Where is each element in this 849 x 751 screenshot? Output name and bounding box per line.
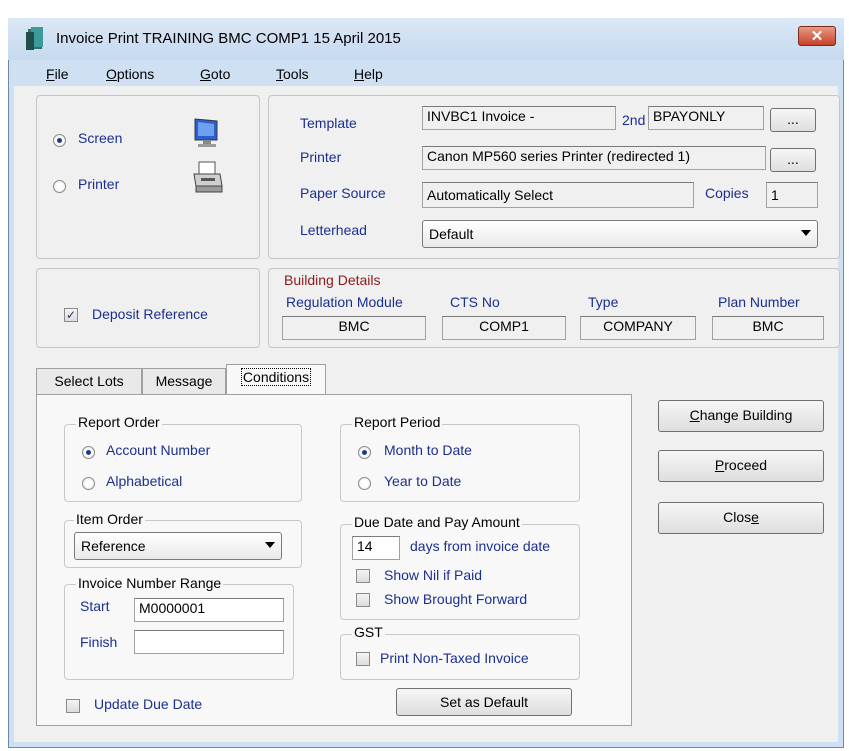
year-to-date-radio[interactable] [358,477,371,490]
copies-field[interactable]: 1 [766,182,818,208]
item-order-value: Reference [81,538,146,554]
days-label: days from invoice date [410,538,551,554]
update-due-date-label: Update Due Date [94,696,203,712]
copies-label: Copies [705,185,749,201]
gst-title: GST [352,624,385,640]
screen-label: Screen [78,130,123,146]
tab-select-lots[interactable]: Select Lots [36,368,142,394]
show-nil-checkbox[interactable] [356,569,370,583]
output-panel [36,95,260,259]
month-to-date-label: Month to Date [384,442,472,458]
printer-setting-label: Printer [300,149,342,165]
menu-goto[interactable]: Goto [200,66,230,82]
invoice-range-title: Invoice Number Range [76,575,224,591]
chevron-down-icon [265,542,275,548]
deposit-reference-checkbox[interactable]: ✓ [64,308,78,322]
plan-number-label: Plan Number [718,294,800,310]
account-number-label: Account Number [106,442,211,458]
show-nil-label: Show Nil if Paid [384,567,483,583]
account-number-radio[interactable] [82,446,95,459]
finish-label: Finish [80,634,118,650]
change-building-button[interactable]: Change Building [658,400,824,432]
update-due-date-checkbox[interactable] [66,699,80,713]
show-brought-forward-checkbox[interactable] [356,593,370,607]
screen-radio[interactable] [53,134,66,147]
due-date-title: Due Date and Pay Amount [352,514,522,530]
printer-browse-button[interactable]: ... [770,148,816,172]
regulation-module-label: Regulation Module [286,294,403,310]
printer-icon [193,161,223,193]
item-order-title: Item Order [74,511,145,527]
finish-input[interactable] [134,630,284,654]
menu-options[interactable]: Options [106,66,154,82]
window-title: Invoice Print TRAINING BMC COMP1 15 Apri… [56,30,401,47]
plan-number-field: BMC [712,316,824,340]
item-order-dropdown[interactable]: Reference [74,532,282,560]
start-label: Start [80,598,110,614]
printer-label: Printer [78,176,120,192]
print-non-taxed-label: Print Non-Taxed Invoice [380,650,529,666]
cts-no-field: COMP1 [442,316,566,340]
close-button[interactable]: Close [658,502,824,534]
menu-tools[interactable]: Tools [276,66,309,82]
app-icon [26,27,43,50]
regulation-module-field: BMC [282,316,426,340]
start-input[interactable]: M0000001 [134,598,284,622]
letterhead-value: Default [429,226,474,242]
menu-file[interactable]: File [46,66,69,82]
print-non-taxed-checkbox[interactable] [356,652,370,666]
type-label: Type [588,294,619,310]
menu-help[interactable]: Help [354,66,383,82]
month-to-date-radio[interactable] [358,446,371,459]
days-input[interactable]: 14 [352,536,400,560]
second-template-field[interactable]: BPAYONLY [648,106,764,130]
printer-radio[interactable] [53,180,66,193]
report-order-group [64,424,302,502]
template-browse-button[interactable]: ... [770,108,816,132]
tab-conditions-label: Conditions [240,368,312,386]
proceed-button[interactable]: Proceed [658,450,824,482]
cts-no-label: CTS No [450,294,500,310]
paper-source-label: Paper Source [300,185,386,201]
building-details-title: Building Details [282,272,383,288]
type-field: COMPANY [580,316,696,340]
report-period-title: Report Period [352,414,443,430]
tab-conditions[interactable]: Conditions [226,364,326,395]
template-label: Template [300,115,357,131]
printer-field[interactable]: Canon MP560 series Printer (redirected 1… [422,146,766,170]
letterhead-dropdown[interactable]: Default [422,220,818,248]
paper-source-field[interactable]: Automatically Select [422,182,694,208]
monitor-icon [194,118,218,147]
second-template-label: 2nd [622,112,646,128]
set-as-default-button[interactable]: Set as Default [396,688,572,716]
template-field[interactable]: INVBC1 Invoice - [422,106,616,130]
report-order-title: Report Order [76,414,162,430]
close-window-button[interactable]: ✕ [798,26,836,46]
letterhead-label: Letterhead [300,222,367,238]
alphabetical-label: Alphabetical [106,473,183,489]
chevron-down-icon [801,230,811,236]
deposit-reference-label: Deposit Reference [92,306,208,322]
year-to-date-label: Year to Date [384,473,462,489]
report-period-group [340,424,580,502]
tab-message[interactable]: Message [142,368,226,394]
show-brought-forward-label: Show Brought Forward [384,591,528,607]
alphabetical-radio[interactable] [82,477,95,490]
